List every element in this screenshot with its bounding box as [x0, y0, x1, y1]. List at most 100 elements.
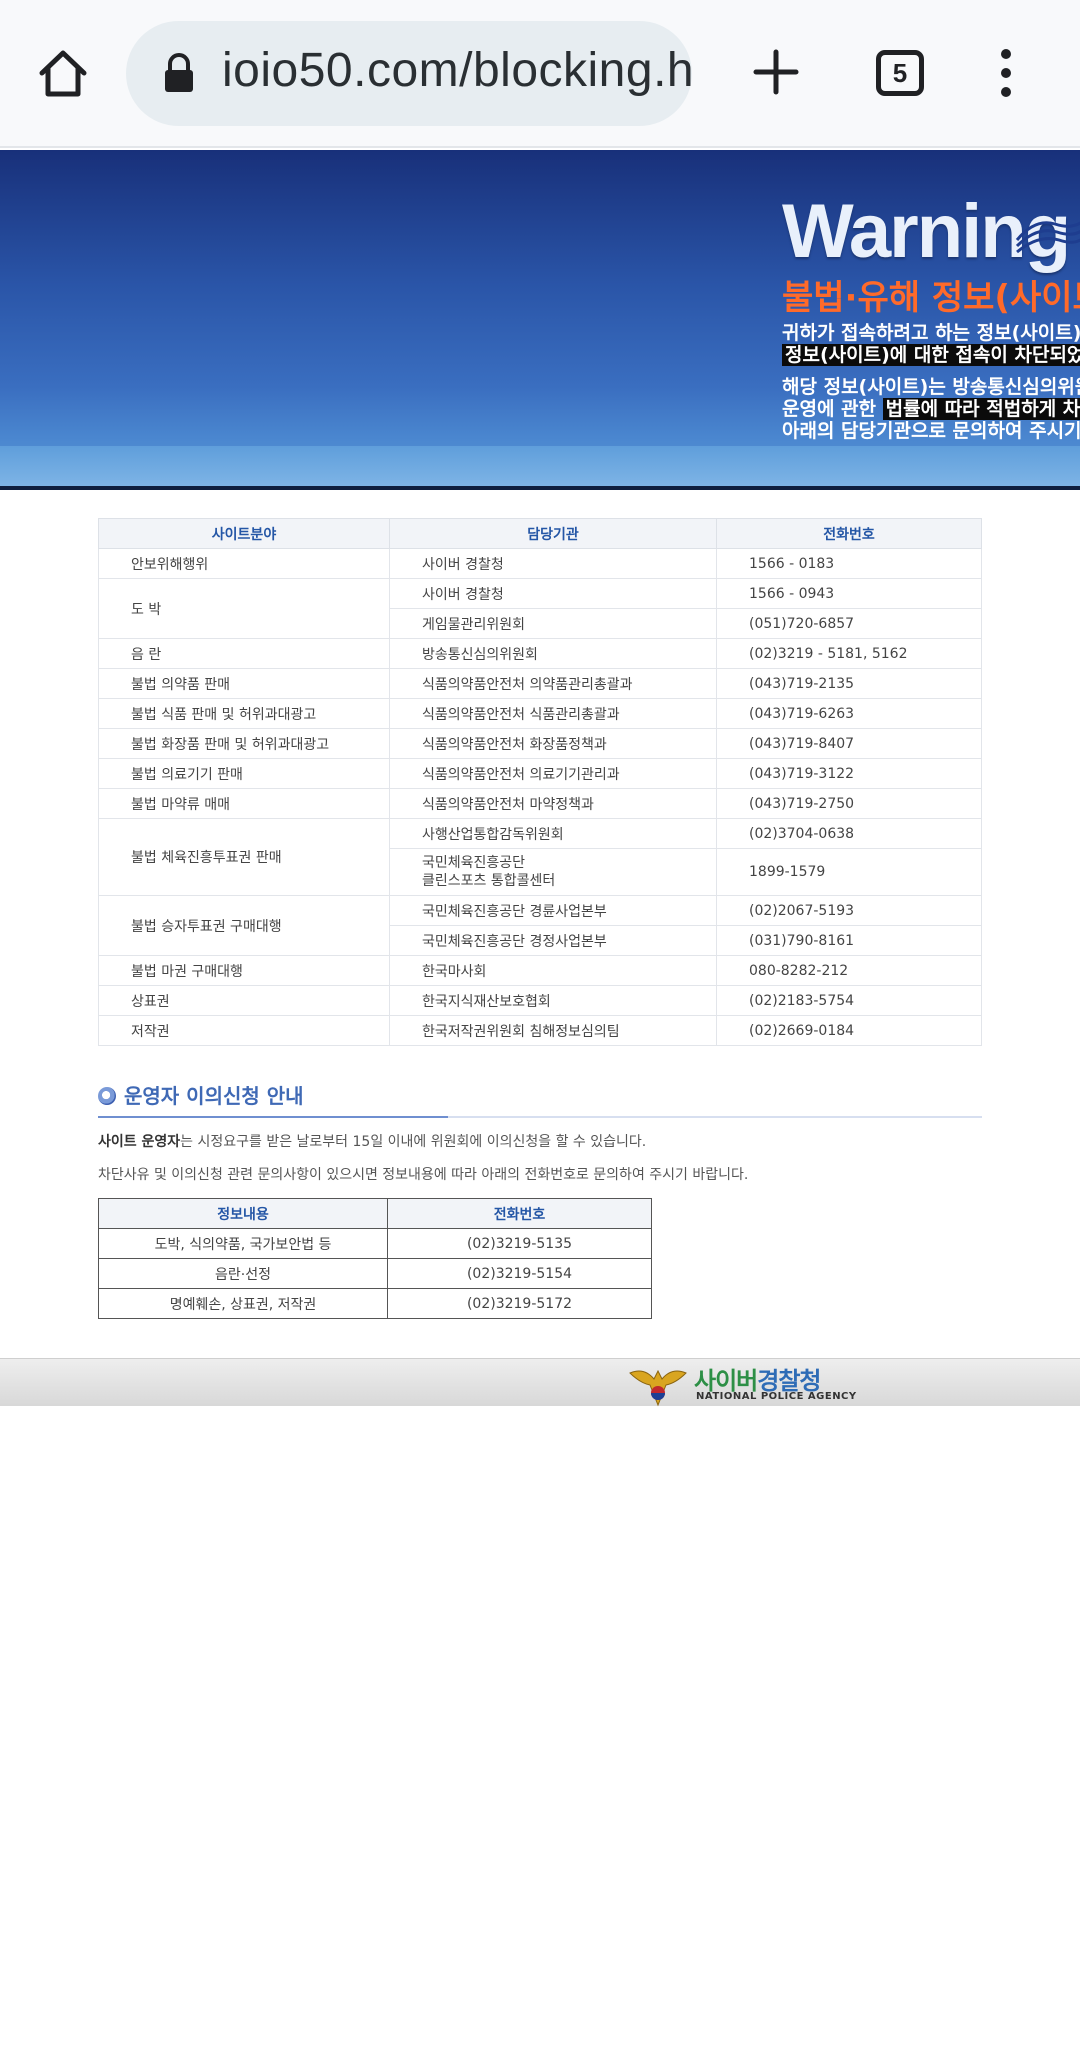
table-row: 불법 식품 판매 및 허위과대광고 식품의약품안전처 식품관리총괄과 (043)…	[98, 698, 982, 729]
table-row: 도 박 사이버 경찰청 1566 - 0943	[98, 578, 982, 639]
site-field-cell: 저작권	[98, 1015, 390, 1046]
more-options-icon[interactable]	[994, 48, 1018, 98]
agency-cell: 식품의약품안전처 마약정책과	[389, 788, 717, 819]
url-text: ioio50.com/blocking.h	[222, 44, 692, 97]
browser-toolbar: ioio50.com/blocking.h 5	[0, 0, 1080, 148]
section-underline	[98, 1116, 448, 1118]
phone-cell: (043)719-6263	[716, 698, 982, 729]
agency-contact-table: 사이트분야 담당기관 전화번호 안보위해행위 사이버 경찰청 1566 - 01…	[98, 518, 982, 1046]
phone-cell: 1899-1579	[716, 848, 982, 896]
site-field-cell: 불법 승자투표권 구매대행	[98, 895, 390, 956]
agency-line: 클린스포츠 통합콜센터	[422, 873, 556, 889]
signal-waves-icon	[1015, 221, 1080, 254]
info-content-cell: 도박, 식의약품, 국가보안법 등	[98, 1228, 388, 1259]
column-header: 담당기관	[389, 518, 717, 549]
agency-cell: 사이버 경찰청	[389, 548, 717, 579]
column-header: 정보내용	[98, 1198, 388, 1229]
site-field-cell: 불법 체육진흥투표권 판매	[98, 818, 390, 896]
table-row: 상표권 한국지식재산보호협회 (02)2183-5754	[98, 985, 982, 1016]
phone-cell: (02)2669-0184	[716, 1015, 982, 1046]
footer: 사이버경찰청 NATIONAL POLICE AGENCY	[0, 1358, 1080, 1407]
phone-cell: (043)719-2750	[716, 788, 982, 819]
agency-cell: 사이버 경찰청	[389, 578, 717, 609]
phone-cell: (02)3219-5135	[387, 1228, 652, 1259]
table-row: 음란·선정 (02)3219-5154	[98, 1258, 652, 1289]
site-field-cell: 안보위해행위	[98, 548, 390, 579]
site-field-cell: 음 란	[98, 638, 390, 669]
column-header: 전화번호	[387, 1198, 652, 1229]
table-row: 도박, 식의약품, 국가보안법 등 (02)3219-5135	[98, 1228, 652, 1259]
site-field-cell: 불법 화장품 판매 및 허위과대광고	[98, 728, 390, 759]
agency-cell: 국민체육진흥공단 경륜사업본부	[389, 895, 717, 926]
phone-cell: (043)719-2135	[716, 668, 982, 699]
objection-contact-table: 정보내용 전화번호 도박, 식의약품, 국가보안법 등 (02)3219-513…	[98, 1198, 652, 1319]
site-field-cell: 불법 마약류 매매	[98, 788, 390, 819]
phone-cell: (02)3704-0638	[716, 818, 982, 849]
warning-line: 정보(사이트)에 대한 접속이 차단되었	[782, 340, 1080, 367]
warning-line: 아래의 담당기관으로 문의하여 주시기	[782, 420, 1080, 442]
phone-cell: 1566 - 0183	[716, 548, 982, 579]
address-bar[interactable]: ioio50.com/blocking.h	[126, 21, 692, 126]
section-text: 는 시정요구를 받은 날로부터 15일 이내에 위원회에 이의신청을 할 수 있…	[180, 1134, 647, 1150]
phone-cell: (02)2183-5754	[716, 985, 982, 1016]
lock-icon	[165, 53, 193, 92]
agency-cell: 한국저작권위원회 침해정보심의팀	[389, 1015, 717, 1046]
home-icon[interactable]	[36, 46, 90, 100]
table-row: 불법 마약류 매매 식품의약품안전처 마약정책과 (043)719-2750	[98, 788, 982, 819]
phone-cell: (02)3219-5172	[387, 1288, 652, 1319]
phone-cell: (02)2067-5193	[716, 895, 982, 926]
site-field-cell: 불법 식품 판매 및 허위과대광고	[98, 698, 390, 729]
site-field-cell: 상표권	[98, 985, 390, 1016]
agency-cell: 식품의약품안전처 의료기기관리과	[389, 758, 717, 789]
table-row: 음 란 방송통신심의위원회 (02)3219 - 5181, 5162	[98, 638, 982, 669]
table-header-row: 사이트분야 담당기관 전화번호	[98, 518, 982, 549]
section-bold-text: 사이트 운영자	[98, 1134, 181, 1150]
warning-subtitle: 불법·유해 정보(사이트	[782, 278, 1080, 318]
section-paragraph: 사이트 운영자는 시정요구를 받은 날로부터 15일 이내에 위원회에 이의신청…	[98, 1131, 646, 1151]
site-field-cell: 불법 의료기기 판매	[98, 758, 390, 789]
police-emblem-icon	[629, 1369, 687, 1407]
agency-cell: 식품의약품안전처 식품관리총괄과	[389, 698, 717, 729]
table-row: 불법 체육진흥투표권 판매 사행산업통합감독위원회 (02)3704-0638	[98, 818, 982, 896]
warning-banner: Warning 불법·유해 정보(사이트 귀하가 접속하려고 하는 정보(사이트…	[0, 150, 1080, 488]
table-row: 명예훼손, 상표권, 저작권 (02)3219-5172	[98, 1288, 652, 1319]
agency-cell: 식품의약품안전처 의약품관리총괄과	[389, 668, 717, 699]
site-field-cell: 불법 마권 구매대행	[98, 955, 390, 986]
agency-cell: 게임물관리위원회	[389, 608, 717, 639]
agency-english-name: NATIONAL POLICE AGENCY	[696, 1391, 857, 1402]
agency-cell: 식품의약품안전처 화장품정책과	[389, 728, 717, 759]
table-row: 불법 승자투표권 구매대행 국민체육진흥공단 경륜사업본부 (02)2067-5…	[98, 895, 982, 956]
table-row: 불법 의약품 판매 식품의약품안전처 의약품관리총괄과 (043)719-213…	[98, 668, 982, 699]
banner-divider	[0, 486, 1080, 490]
phone-cell: (02)3219-5154	[387, 1258, 652, 1289]
table-row: 안보위해행위 사이버 경찰청 1566 - 0183	[98, 548, 982, 579]
table-header-row: 정보내용 전화번호	[98, 1198, 652, 1229]
site-field-cell: 불법 의약품 판매	[98, 668, 390, 699]
table-row: 불법 화장품 판매 및 허위과대광고 식품의약품안전처 화장품정책과 (043)…	[98, 728, 982, 759]
new-tab-icon[interactable]	[752, 48, 800, 96]
tab-switcher-button[interactable]: 5	[876, 50, 924, 96]
bullet-circle-icon	[98, 1087, 116, 1105]
warning-highlight: 정보(사이트)에 대한 접속이 차단되었	[782, 344, 1080, 366]
section-underline	[448, 1116, 982, 1118]
section-title: 운영자 이의신청 안내	[98, 1080, 304, 1109]
phone-cell: (031)790-8161	[716, 925, 982, 956]
info-content-cell: 음란·선정	[98, 1258, 388, 1289]
banner-strip	[0, 446, 1080, 488]
phone-cell: (02)3219 - 5181, 5162	[716, 638, 982, 669]
table-row: 불법 마권 구매대행 한국마사회 080-8282-212	[98, 955, 982, 986]
phone-cell: 1566 - 0943	[716, 578, 982, 609]
section-paragraph: 차단사유 및 이의신청 관련 문의사항이 있으시면 정보내용에 따라 아래의 전…	[98, 1167, 749, 1183]
agency-cell: 방송통신심의위원회	[389, 638, 717, 669]
agency-cell: 한국지식재산보호협회	[389, 985, 717, 1016]
phone-cell: (043)719-8407	[716, 728, 982, 759]
phone-cell: (043)719-3122	[716, 758, 982, 789]
agency-cell: 국민체육진흥공단클린스포츠 통합콜센터	[389, 848, 717, 896]
agency-line: 국민체육진흥공단	[422, 855, 526, 871]
phone-cell: (051)720-6857	[716, 608, 982, 639]
phone-cell: 080-8282-212	[716, 955, 982, 986]
table-row: 불법 의료기기 판매 식품의약품안전처 의료기기관리과 (043)719-312…	[98, 758, 982, 789]
agency-cell: 사행산업통합감독위원회	[389, 818, 717, 849]
site-field-cell: 도 박	[98, 578, 390, 639]
column-header: 사이트분야	[98, 518, 390, 549]
